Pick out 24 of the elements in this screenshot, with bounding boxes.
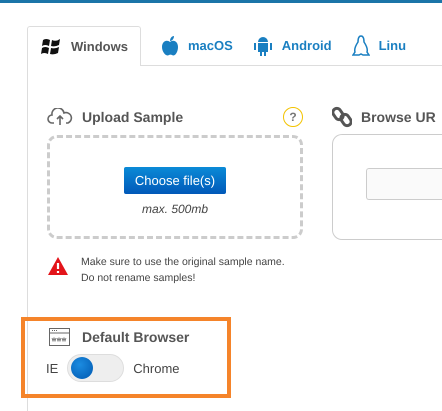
section-title: Default Browser: [82, 329, 190, 345]
os-tab[interactable]: Android: [232, 26, 332, 66]
toggle-label: Chrome: [133, 360, 180, 376]
link-icon: [332, 106, 352, 128]
windows-icon: [40, 36, 62, 56]
apple-icon: [160, 34, 179, 56]
drop-zone[interactable]: Choose file(s) max. 500mb: [47, 135, 303, 239]
warning-text: Do not rename samples!: [81, 272, 196, 284]
os-tab[interactable]: Linu: [332, 26, 406, 66]
help-icon[interactable]: ?: [283, 107, 303, 127]
browser-toggle[interactable]: [67, 354, 124, 382]
warning-text: Make sure to use the original sample name.: [81, 256, 285, 268]
size-limit: max. 500mb: [142, 202, 208, 216]
toggle-label: IE: [46, 360, 58, 376]
os-tab[interactable]: Windows: [27, 26, 141, 66]
penguin-icon: [352, 34, 370, 56]
choose-files-button[interactable]: Choose file(s): [124, 167, 226, 194]
warning-icon: [47, 256, 69, 276]
cloud-upload-icon: [47, 108, 73, 126]
section-title: Browse UR: [361, 109, 436, 125]
android-icon: [252, 34, 273, 56]
section-title: Upload Sample: [82, 109, 184, 125]
browser-window-icon: [49, 328, 70, 346]
os-tab[interactable]: macOS: [140, 26, 233, 66]
